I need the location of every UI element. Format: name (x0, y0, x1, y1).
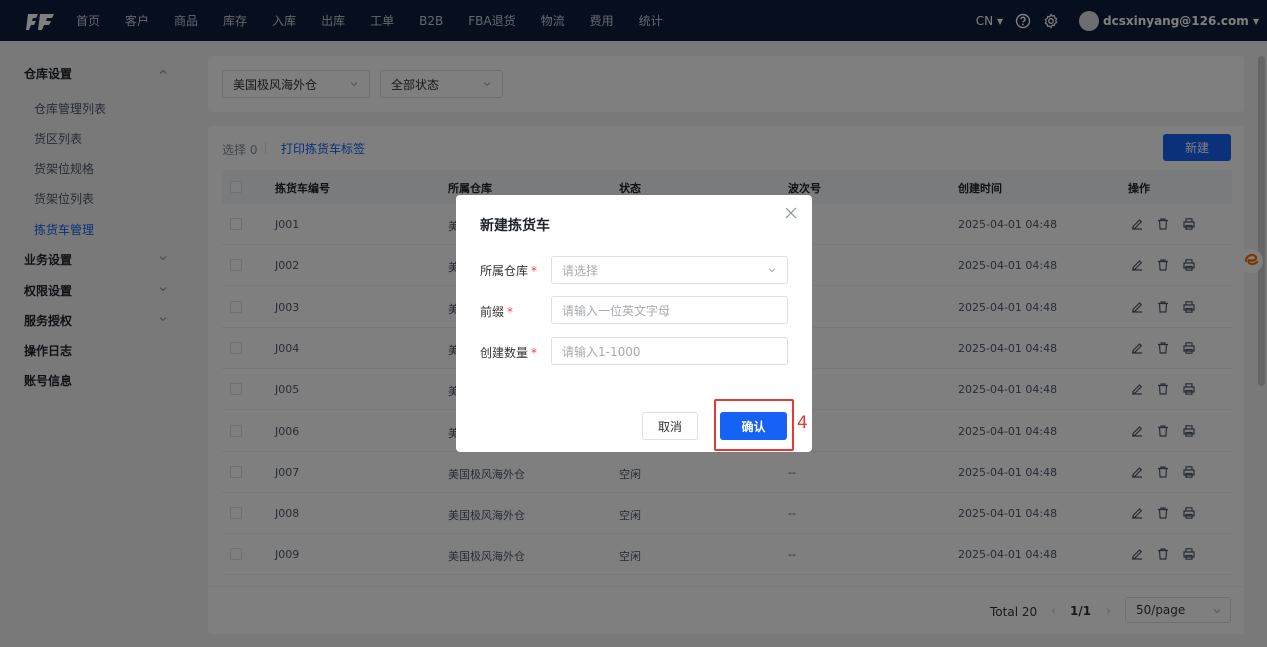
cancel-button[interactable]: 取消 (642, 412, 698, 440)
warehouse-field-label: 所属仓库 * (480, 262, 537, 279)
warehouse-label-text: 所属仓库 (480, 264, 529, 278)
warehouse-select-placeholder: 请选择 (562, 263, 599, 278)
prefix-label-text: 前缀 (480, 305, 505, 319)
required-mark: * (531, 346, 538, 360)
count-field-label: 创建数量 * (480, 344, 537, 361)
count-label-text: 创建数量 (480, 346, 529, 360)
annotation-step-number: 4 (797, 413, 808, 433)
prefix-input[interactable]: 请输入一位英文字母 (551, 296, 788, 324)
dialog-title: 新建拣货车 (480, 218, 550, 234)
prefix-field-label: 前缀 * (480, 303, 513, 320)
chevron-down-icon (768, 268, 776, 273)
required-mark: * (531, 264, 538, 278)
prefix-input-placeholder: 请输入一位英文字母 (562, 303, 671, 318)
close-icon[interactable] (785, 207, 797, 219)
annotation-highlight-box (714, 399, 794, 451)
required-mark: * (507, 305, 514, 319)
count-input[interactable]: 请输入1-1000 (551, 337, 788, 365)
count-input-placeholder: 请输入1-1000 (562, 344, 641, 359)
warehouse-select[interactable]: 请选择 (551, 256, 788, 284)
